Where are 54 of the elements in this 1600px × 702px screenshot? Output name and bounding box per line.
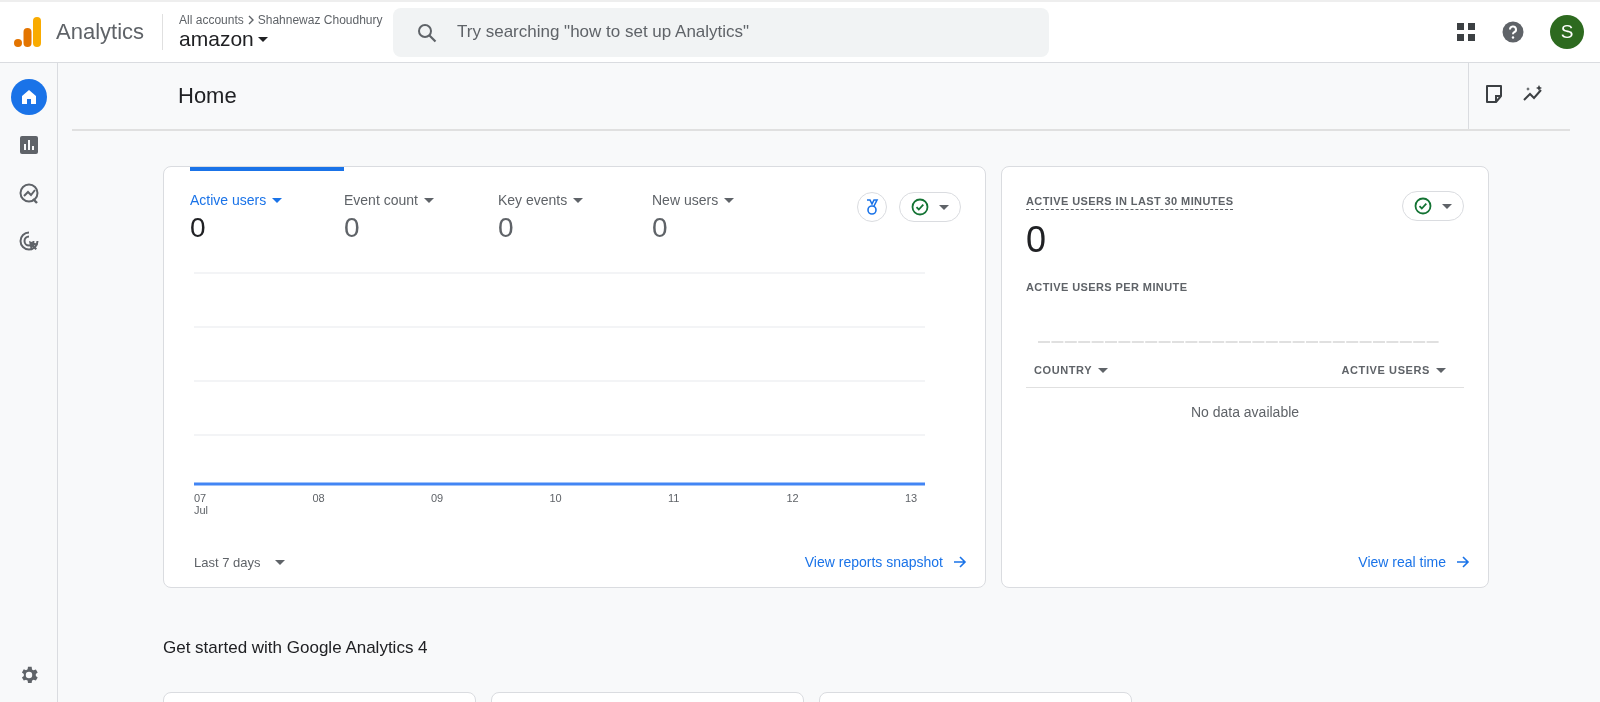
axis-label: 07 Jul — [194, 492, 210, 516]
arrow-right-icon — [1456, 556, 1470, 568]
caret-icon — [272, 197, 283, 203]
help-icon[interactable] — [1502, 21, 1524, 43]
realtime-value: 0 — [1026, 221, 1048, 259]
metric-tab[interactable]: New users 0 — [652, 167, 806, 244]
check-circle-icon — [1414, 197, 1432, 215]
column-header[interactable]: ACTIVE USERS — [1341, 364, 1446, 376]
metric-tab[interactable]: Active users 0 — [190, 167, 344, 244]
search-field[interactable]: Try searching "how to set up Analytics" — [393, 7, 1050, 57]
view-reports-link[interactable]: View reports snapshot — [804, 554, 967, 570]
caret-icon — [274, 559, 285, 565]
metric-tab[interactable]: Event count 0 — [344, 167, 498, 244]
caret-icon — [939, 204, 949, 210]
date-range-selector[interactable]: Last 7 days — [194, 554, 285, 570]
column-header[interactable]: COUNTRY — [1034, 364, 1109, 376]
realtime-title: ACTIVE USERS IN LAST 30 MINUTES — [1026, 195, 1234, 210]
analytics-logo-icon — [14, 17, 42, 47]
chart-subtitle: ACTIVE USERS PER MINUTE — [1026, 281, 1189, 293]
axis-label: 12 — [786, 492, 800, 506]
chevron-right-icon — [246, 15, 255, 25]
empty-message: No data available — [1189, 404, 1301, 420]
compare-button[interactable] — [857, 192, 887, 222]
breadcrumb-link[interactable]: All accounts — [179, 13, 244, 27]
view-realtime-link[interactable]: View real time — [1358, 554, 1470, 570]
caret-icon — [573, 197, 584, 203]
caret-icon — [1098, 367, 1109, 373]
axis-label: 10 — [549, 492, 563, 506]
status-dropdown[interactable] — [1402, 191, 1464, 221]
app-name: Analytics — [56, 19, 145, 45]
metric-tab[interactable]: Key events 0 — [498, 167, 652, 244]
apps-grid-icon[interactable] — [1456, 22, 1476, 42]
caret-icon — [423, 197, 434, 203]
status-dropdown[interactable] — [899, 192, 961, 222]
page-title: Home — [177, 83, 238, 109]
note-icon[interactable] — [1484, 84, 1504, 104]
section-heading: Get started with Google Analytics 4 — [163, 638, 429, 658]
caret-icon — [1436, 367, 1446, 373]
check-circle-icon — [911, 198, 929, 216]
axis-label: 09 — [431, 492, 445, 506]
medal-icon — [864, 199, 880, 215]
trend-circle-icon — [17, 182, 40, 204]
caret-icon — [257, 36, 268, 42]
caret-icon — [1442, 203, 1452, 209]
account-avatar[interactable]: S — [1550, 15, 1584, 49]
axis-label: 13 — [905, 492, 919, 506]
arrow-right-icon — [953, 556, 967, 568]
bar-chart-icon — [19, 136, 38, 154]
axis-label: 08 — [312, 492, 326, 506]
sidebar-item[interactable] — [10, 79, 47, 115]
caret-icon — [724, 197, 735, 203]
property-selector[interactable]: amazon — [179, 27, 394, 51]
breadcrumb-account[interactable]: Shahnewaz Choudhury — [257, 13, 383, 27]
axis-label: 11 — [668, 492, 681, 506]
